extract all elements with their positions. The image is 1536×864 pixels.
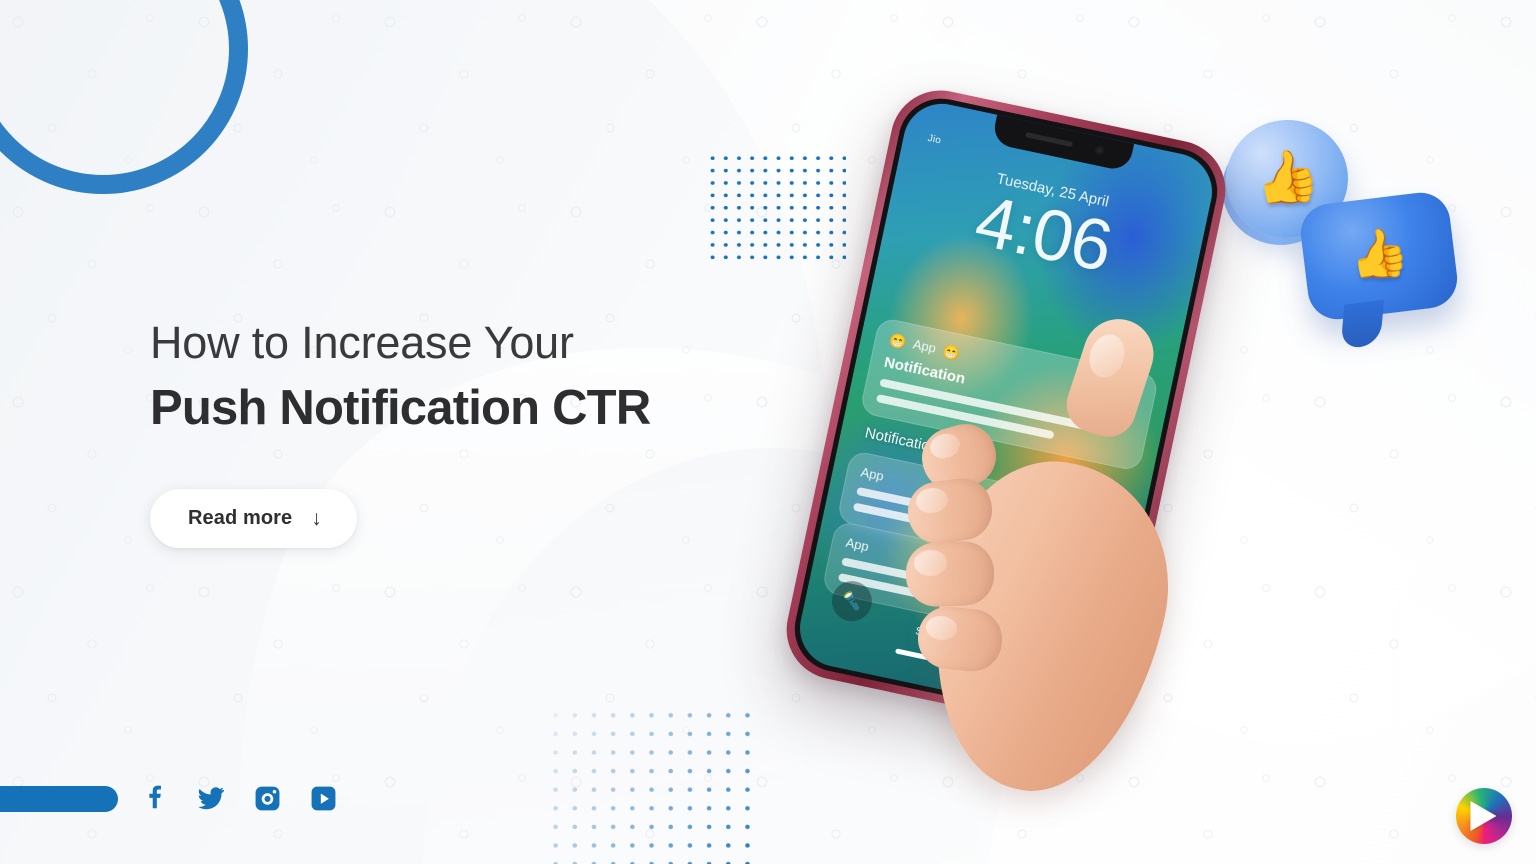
read-more-label: Read more	[188, 507, 293, 529]
read-more-button[interactable]: Read more ↓	[150, 489, 357, 548]
emoji-icon: 😁	[941, 342, 962, 362]
social-links	[140, 783, 338, 813]
dot-grid-bottom	[546, 706, 752, 864]
headline-block: How to Increase Your Push Notification C…	[150, 316, 830, 438]
thumbs-up-icon: 👍	[1250, 144, 1323, 212]
carrier-label: Jio	[926, 132, 943, 147]
thumbs-up-icon: 👍	[1345, 224, 1412, 285]
colorful-arrow-logo[interactable]	[1456, 788, 1512, 844]
front-camera-icon	[1094, 144, 1105, 156]
circle-ring-logo	[0, 0, 248, 194]
page-title: Push Notification CTR	[150, 381, 651, 436]
youtube-icon[interactable]	[308, 783, 338, 813]
facebook-icon[interactable]	[140, 783, 170, 813]
earpiece-speaker	[1025, 132, 1074, 148]
headline-line-1: How to Increase Your	[150, 317, 574, 368]
notification-app-name: App	[844, 534, 871, 555]
logo-ring-icon	[0, 0, 248, 194]
accent-bar	[0, 786, 118, 812]
emoji-icon: 😁	[887, 330, 908, 351]
notification-app-name: App	[911, 336, 938, 356]
twitter-icon[interactable]	[196, 783, 226, 813]
arrow-down-icon: ↓	[311, 507, 322, 530]
thumbs-up-bubble-badge: 👍	[1297, 189, 1461, 323]
instagram-icon[interactable]	[252, 783, 282, 813]
arrow-right-icon	[1470, 801, 1497, 831]
notification-app-name: App	[859, 464, 886, 484]
dot-grid-top	[706, 152, 846, 268]
